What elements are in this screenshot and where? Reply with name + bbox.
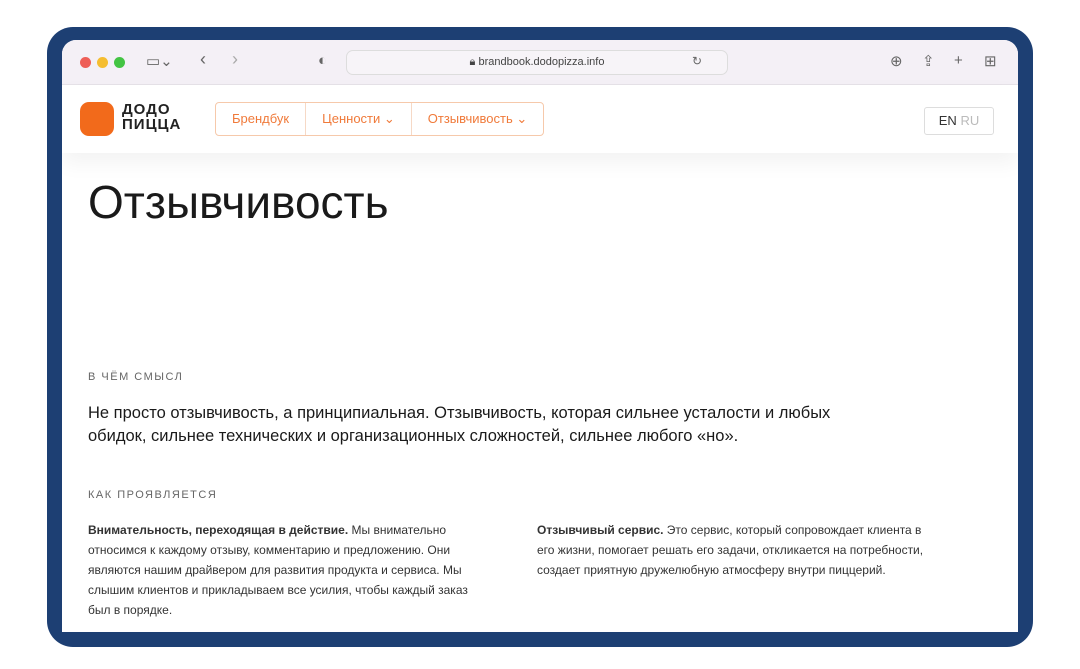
browser-window: ▭⌄ ‹ › ◐ 🔒︎ brandbook.dodopizza.info ↻ ⊕… <box>62 40 1018 632</box>
breadcrumb-responsiveness[interactable]: Отзывчивость ⌄ <box>412 103 543 135</box>
address-bar[interactable]: 🔒︎ brandbook.dodopizza.info <box>346 50 728 75</box>
browser-toolbar: ▭⌄ ‹ › ◐ 🔒︎ brandbook.dodopizza.info ↻ ⊕… <box>62 40 1018 85</box>
share-icon[interactable]: ⇪ <box>922 52 935 70</box>
breadcrumb-values[interactable]: Ценности ⌄ <box>306 103 412 135</box>
page-title: Отзывчивость <box>88 176 389 228</box>
url-text: brandbook.dodopizza.info <box>478 56 605 68</box>
reload-icon[interactable]: ↻ <box>692 54 702 68</box>
meaning-text: Не просто отзывчивость, а принципиальная… <box>88 404 831 445</box>
lang-ru-button[interactable]: RU <box>960 113 979 128</box>
maximize-window-button[interactable] <box>114 57 125 68</box>
new-tab-icon[interactable]: + <box>954 52 963 69</box>
manifestation-col-1: Внимательность, переходящая в действие. … <box>88 523 468 617</box>
sidebar-icon[interactable]: ▭⌄ <box>146 52 173 70</box>
download-icon[interactable]: ⊕ <box>890 52 903 70</box>
manifestation-col-2: Отзывчивый сервис. Это сервис, который с… <box>537 523 924 577</box>
forward-icon[interactable]: › <box>232 49 238 70</box>
logo-text[interactable]: ДОДО ПИЦЦА <box>122 102 181 132</box>
dodo-logo-icon[interactable] <box>80 102 114 136</box>
language-switch: EN RU <box>924 107 994 135</box>
breadcrumb: Брендбук Ценности ⌄ Отзывчивость ⌄ <box>215 102 545 136</box>
privacy-shield-icon[interactable]: ◐ <box>318 52 327 69</box>
tab-overview-icon[interactable]: ⊞ <box>984 52 997 70</box>
section-label-meaning: В ЧЁМ СМЫСЛ <box>88 371 184 383</box>
breadcrumb-brandbook[interactable]: Брендбук <box>216 103 307 135</box>
close-window-button[interactable] <box>80 57 91 68</box>
lang-en-button[interactable]: EN <box>939 113 957 128</box>
back-icon[interactable]: ‹ <box>200 49 206 70</box>
site-header: ДОДО ПИЦЦА Брендбук Ценности ⌄ Отзывчивос… <box>62 85 1018 153</box>
minimize-window-button[interactable] <box>97 57 108 68</box>
section-label-manifestation: КАК ПРОЯВЛЯЕТСЯ <box>88 489 218 501</box>
